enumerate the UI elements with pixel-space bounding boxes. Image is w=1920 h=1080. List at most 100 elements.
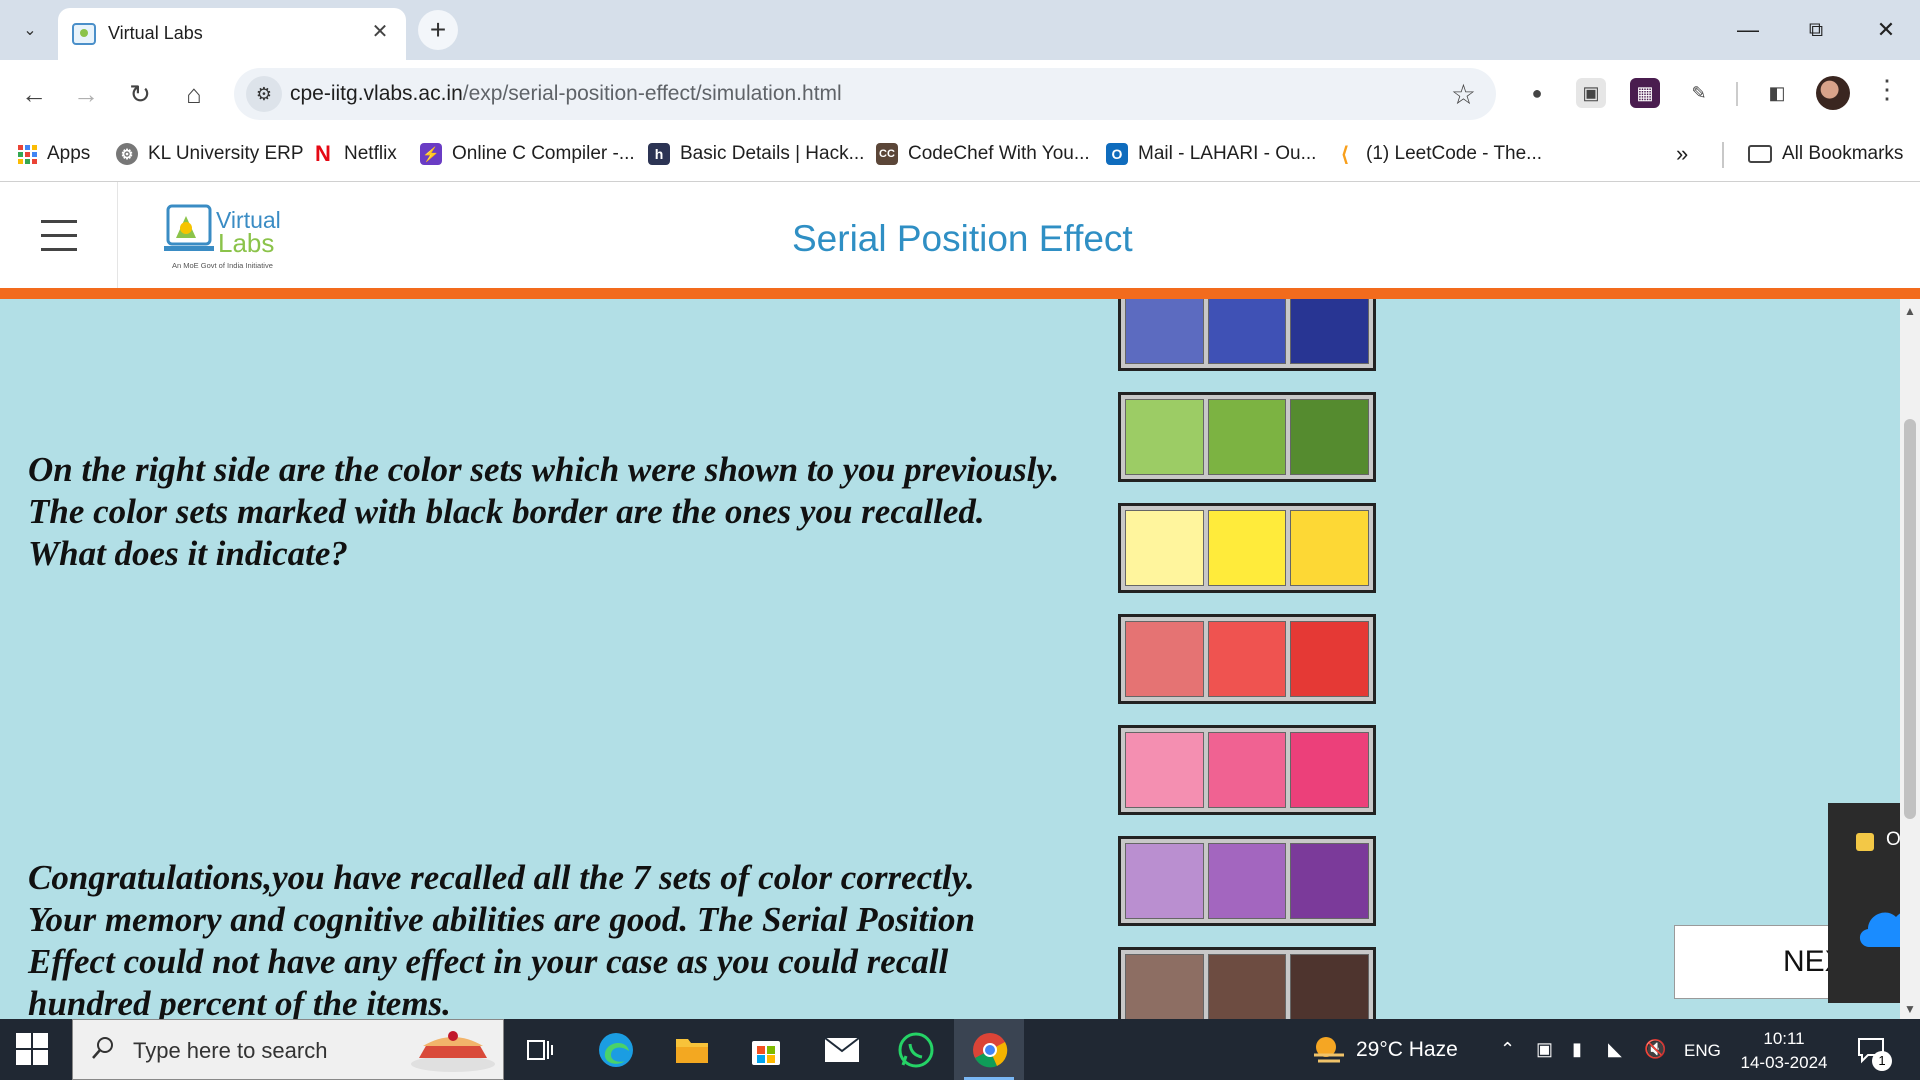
microsoft-store-icon[interactable] [744, 1029, 788, 1071]
chrome-browser-icon[interactable] [968, 1029, 1012, 1071]
meet-now-icon[interactable]: ▣ [1536, 1039, 1553, 1060]
minimize-button[interactable]: — [1724, 10, 1772, 50]
color-swatch [1290, 299, 1370, 364]
url-text[interactable]: cpe-iitg.vlabs.ac.in/exp/serial-position… [290, 82, 842, 106]
scroll-down-arrow-icon[interactable]: ▼ [1900, 999, 1920, 1019]
toolbar-divider [1736, 82, 1738, 106]
color-swatch [1207, 399, 1287, 475]
extension-purple-icon[interactable]: ▦ [1630, 78, 1660, 108]
hackerearth-icon: h [648, 143, 670, 165]
bookmarks-bar: Apps ⚙ KL University ERP N Netflix ⚡ Onl… [0, 126, 1920, 182]
netflix-icon: N [315, 141, 331, 166]
page-header: Virtual Labs An MoE Govt of India Initia… [0, 182, 1920, 288]
page-title: Serial Position Effect [792, 218, 1133, 259]
color-swatch [1290, 954, 1370, 1019]
mail-icon[interactable] [820, 1029, 864, 1071]
color-swatch [1207, 299, 1287, 364]
close-window-button[interactable]: ✕ [1862, 10, 1910, 50]
more-bookmarks-chevron-icon[interactable]: » [1676, 140, 1688, 168]
whatsapp-icon[interactable] [894, 1029, 938, 1071]
color-swatch [1290, 843, 1370, 919]
logo-text-labs: Labs [218, 228, 274, 258]
bookmark-label: Basic Details | Hack... [680, 143, 865, 164]
url-path: /exp/serial-position-effect/simulation.h… [462, 82, 842, 105]
color-swatch [1207, 843, 1287, 919]
color-set-pink [1118, 725, 1376, 815]
reload-button[interactable]: ↻ [120, 74, 160, 114]
language-indicator[interactable]: ENG [1684, 1041, 1721, 1061]
home-button[interactable]: ⌂ [174, 74, 214, 114]
battery-icon[interactable]: ▮ [1572, 1039, 1582, 1060]
color-swatch [1290, 732, 1370, 808]
address-bar[interactable]: ⚙ cpe-iitg.vlabs.ac.in/exp/serial-positi… [234, 68, 1496, 120]
file-explorer-icon[interactable] [670, 1029, 714, 1071]
windows-start-icon[interactable] [16, 1033, 48, 1065]
tab-strip: ⌄ Virtual Labs ✕ + — ⧉ ✕ [0, 0, 1920, 60]
color-swatch [1125, 843, 1204, 919]
task-view-icon[interactable] [518, 1029, 562, 1071]
extension-lightbulb-icon[interactable]: ● [1522, 78, 1552, 108]
virtual-labs-favicon-icon [72, 23, 96, 45]
extension-screen-icon[interactable]: ▣ [1576, 78, 1606, 108]
extensions-puzzle-icon[interactable]: ✎ [1684, 78, 1714, 108]
browser-toolbar: ← → ↻ ⌂ ⚙ cpe-iitg.vlabs.ac.in/exp/seria… [0, 60, 1920, 126]
bookmarks-divider [1722, 142, 1724, 168]
color-set-purple [1118, 836, 1376, 926]
bookmark-label: KL University ERP [148, 143, 304, 164]
color-swatch [1290, 510, 1370, 586]
bookmark-kl-university-erp[interactable]: ⚙ KL University ERP [116, 140, 304, 168]
tab-search-chevron-icon[interactable]: ⌄ [14, 14, 46, 46]
bookmark-leetcode[interactable]: ⟨ (1) LeetCode - The... [1334, 140, 1542, 168]
search-placeholder: Type here to search [133, 1038, 328, 1063]
question-text: On the right side are the color sets whi… [28, 450, 1060, 573]
tab-title: Virtual Labs [108, 23, 203, 43]
volume-muted-icon[interactable]: 🔇 [1644, 1039, 1666, 1060]
clock-time: 10:11 [1763, 1029, 1805, 1048]
bookmark-label: Mail - LAHARI - Ou... [1138, 143, 1317, 164]
bookmark-online-c-compiler[interactable]: ⚡ Online C Compiler -... [420, 140, 635, 168]
new-tab-button[interactable]: + [418, 10, 458, 50]
tab-virtual-labs[interactable]: Virtual Labs ✕ [58, 8, 406, 60]
scroll-up-arrow-icon[interactable]: ▲ [1900, 301, 1920, 321]
color-swatch [1207, 732, 1287, 808]
bookmark-apps[interactable]: Apps [18, 140, 90, 168]
bookmark-netflix[interactable]: N Netflix [312, 140, 397, 168]
site-info-icon[interactable]: ⚙ [246, 76, 282, 112]
bookmark-outlook-mail[interactable]: O Mail - LAHARI - Ou... [1106, 140, 1316, 168]
bookmark-label: (1) LeetCode - The... [1366, 143, 1543, 164]
weather-widget[interactable]: 29°C Haze [1310, 1035, 1458, 1065]
forward-button[interactable]: → [66, 74, 106, 114]
color-swatch [1125, 732, 1204, 808]
virtual-labs-logo[interactable]: Virtual Labs An MoE Govt of India Initia… [164, 198, 300, 274]
url-host: cpe-iitg.vlabs.ac.in [290, 82, 463, 105]
wifi-icon[interactable]: ◣ [1608, 1039, 1622, 1060]
bookmark-label: Netflix [344, 143, 397, 164]
color-swatch [1125, 621, 1204, 697]
outlook-icon: O [1106, 143, 1128, 165]
all-bookmarks-button[interactable]: All Bookmarks [1748, 140, 1903, 168]
bookmark-codechef[interactable]: CC CodeChef With You... [876, 140, 1090, 168]
edge-browser-icon[interactable] [594, 1029, 638, 1071]
color-set-yellow [1118, 503, 1376, 593]
color-set-brown [1118, 947, 1376, 1019]
side-panel-icon[interactable]: ◧ [1762, 78, 1792, 108]
bookmark-star-icon[interactable]: ☆ [1451, 78, 1476, 111]
show-hidden-icons-chevron-icon[interactable]: ⌃ [1500, 1039, 1515, 1060]
chrome-menu-icon[interactable]: ⋮ [1872, 74, 1902, 105]
search-highlight-pie-icon [411, 1031, 495, 1072]
hamburger-menu-button[interactable] [0, 182, 118, 288]
bolt-icon: ⚡ [420, 143, 442, 165]
color-swatch [1125, 399, 1204, 475]
windows-taskbar: Type here to search 29°C Haze ⌃ ▣ ▮ ◣ 🔇 … [0, 1019, 1920, 1080]
tab-close-icon[interactable]: ✕ [368, 20, 392, 44]
back-button[interactable]: ← [14, 74, 54, 114]
bookmark-hackerearth[interactable]: h Basic Details | Hack... [648, 140, 864, 168]
color-swatch [1125, 299, 1204, 364]
taskbar-search-box[interactable]: Type here to search [72, 1019, 504, 1080]
clock-date: 14-03-2024 [1740, 1053, 1828, 1072]
restore-button[interactable]: ⧉ [1792, 10, 1840, 50]
taskbar-clock[interactable]: 10:11 14-03-2024 [1736, 1027, 1832, 1075]
profile-avatar[interactable] [1816, 76, 1850, 110]
scrollbar-thumb[interactable] [1904, 419, 1916, 819]
page-scrollbar[interactable]: ▲ ▼ [1900, 299, 1920, 1019]
